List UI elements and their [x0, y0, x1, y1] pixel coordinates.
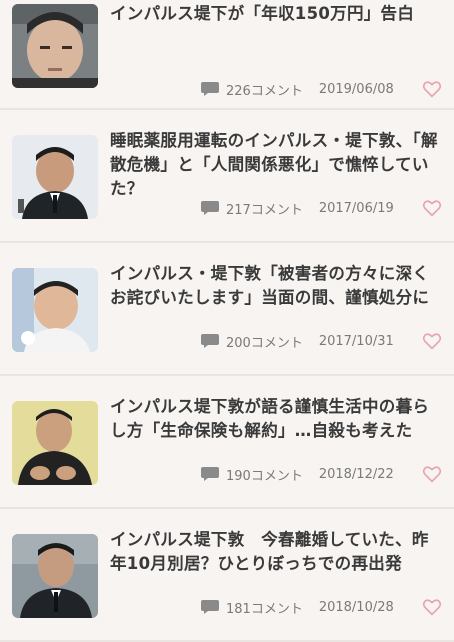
heart-icon[interactable]: [422, 332, 442, 350]
article-thumbnail[interactable]: [12, 4, 98, 88]
article-list: インパルス堤下が「年収150万円」告白 226コメント 2019/06/08 睡…: [0, 0, 454, 642]
article-date: 2018/12/22: [318, 466, 394, 482]
heart-icon[interactable]: [422, 199, 442, 217]
speech-bubble-icon: [200, 466, 220, 482]
article-title[interactable]: インパルス堤下敦 今春離婚していた、昨年10月別居？ひとりぼっちでの再出発: [110, 528, 440, 576]
article-date: 2018/10/28: [318, 599, 394, 615]
speech-bubble-icon: [200, 81, 220, 97]
article-title[interactable]: インパルス堤下が「年収150万円」告白: [110, 2, 440, 26]
article-item[interactable]: インパルス堤下が「年収150万円」告白 226コメント 2019/06/08: [0, 0, 454, 110]
thumbnail-image: [12, 268, 98, 352]
comment-count[interactable]: 181コメント: [226, 598, 303, 617]
article-thumbnail[interactable]: [12, 534, 98, 618]
article-meta: 217コメント 2017/06/19: [200, 197, 442, 219]
comment-count[interactable]: 200コメント: [226, 332, 303, 351]
heart-icon[interactable]: [422, 80, 442, 98]
article-meta: 200コメント 2017/10/31: [200, 330, 442, 352]
comment-count[interactable]: 190コメント: [226, 465, 303, 484]
article-date: 2017/10/31: [318, 333, 394, 349]
article-meta: 181コメント 2018/10/28: [200, 596, 442, 618]
speech-bubble-icon: [200, 599, 220, 615]
article-title[interactable]: インパルス・堤下敦「被害者の方々に深くお詫びいたします」当面の間、謹慎処分に: [110, 262, 440, 310]
article-date: 2019/06/08: [318, 81, 394, 97]
article-title[interactable]: 睡眠薬服用運転のインパルス・堤下敦、「解散危機」と「人間関係悪化」で憔悴していた…: [110, 129, 440, 201]
article-thumbnail[interactable]: [12, 268, 98, 352]
article-title[interactable]: インパルス堤下敦が語る謹慎生活中の暮らし方「生命保険も解約」…自殺も考えた: [110, 395, 440, 443]
article-meta: 190コメント 2018/12/22: [200, 463, 442, 485]
article-thumbnail[interactable]: [12, 135, 98, 219]
thumbnail-image: [12, 401, 98, 485]
thumbnail-image: [12, 135, 98, 219]
comment-count[interactable]: 226コメント: [226, 80, 303, 99]
thumbnail-image: [12, 4, 98, 88]
article-item[interactable]: インパルス・堤下敦「被害者の方々に深くお詫びいたします」当面の間、謹慎処分に 2…: [0, 243, 454, 376]
article-thumbnail[interactable]: [12, 401, 98, 485]
heart-icon[interactable]: [422, 465, 442, 483]
heart-icon[interactable]: [422, 598, 442, 616]
speech-bubble-icon: [200, 333, 220, 349]
article-item[interactable]: インパルス堤下敦 今春離婚していた、昨年10月別居？ひとりぼっちでの再出発 18…: [0, 509, 454, 642]
article-meta: 226コメント 2019/06/08: [200, 78, 442, 100]
speech-bubble-icon: [200, 200, 220, 216]
comment-count[interactable]: 217コメント: [226, 199, 303, 218]
article-item[interactable]: インパルス堤下敦が語る謹慎生活中の暮らし方「生命保険も解約」…自殺も考えた 19…: [0, 376, 454, 509]
article-date: 2017/06/19: [318, 200, 394, 216]
thumbnail-image: [12, 534, 98, 618]
article-item[interactable]: 睡眠薬服用運転のインパルス・堤下敦、「解散危機」と「人間関係悪化」で憔悴していた…: [0, 110, 454, 243]
